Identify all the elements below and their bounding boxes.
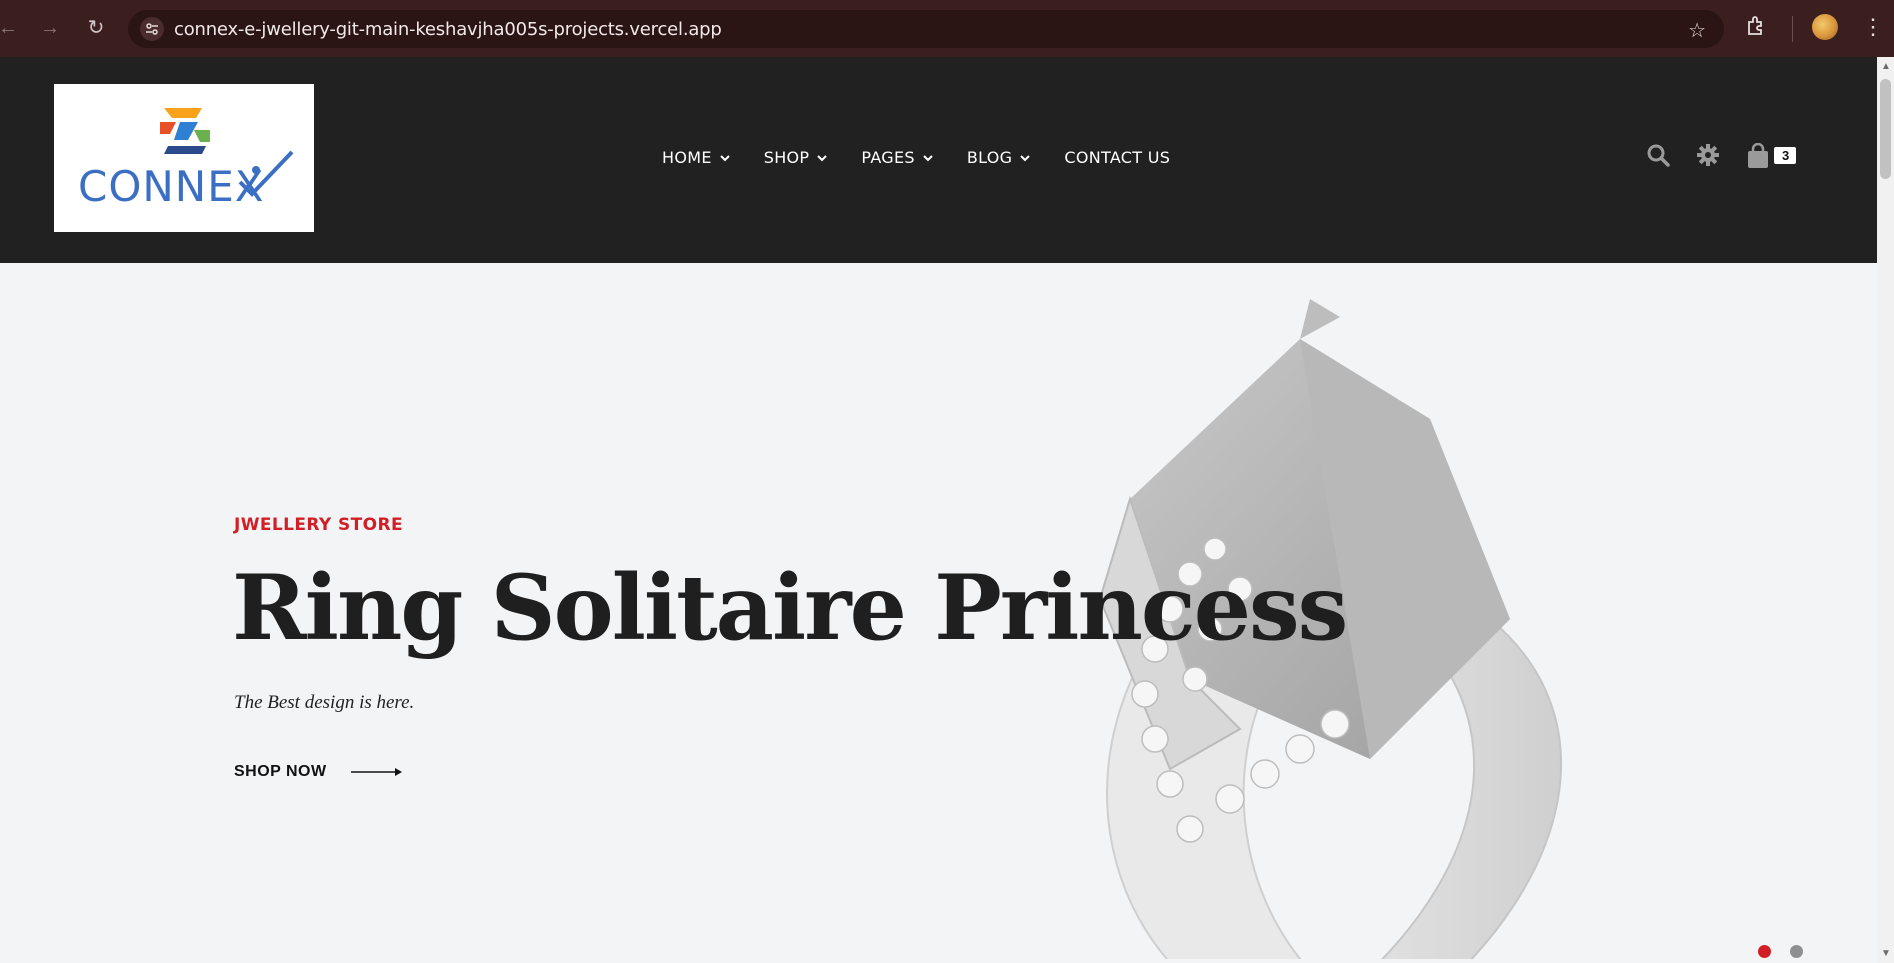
- logo-mark-icon: [160, 108, 210, 154]
- shopping-bag-icon[interactable]: [1746, 143, 1770, 169]
- nav-contact-label: CONTACT US: [1064, 148, 1171, 167]
- slider-dot-2[interactable]: [1790, 945, 1803, 958]
- hero-eyebrow: JWELLERY STORE: [234, 515, 403, 535]
- arrow-right-icon: [350, 768, 402, 776]
- nav-shop-label: SHOP: [763, 148, 810, 167]
- scroll-thumb[interactable]: [1880, 79, 1891, 179]
- hero-title: Ring Solitaire Princess: [232, 555, 1348, 661]
- browser-toolbar: ← → ↻ connex-e-jwellery-git-main-keshavj…: [0, 0, 1894, 57]
- browser-menu-icon[interactable]: ⋮: [1862, 12, 1884, 42]
- chevron-down-icon: [923, 154, 933, 161]
- url-text[interactable]: connex-e-jwellery-git-main-keshavjha005s…: [174, 19, 722, 40]
- bookmark-star-icon[interactable]: ☆: [1688, 18, 1706, 43]
- chevron-down-icon: [720, 154, 730, 161]
- search-icon[interactable]: [1646, 143, 1670, 167]
- scroll-up-icon[interactable]: ▲: [1881, 61, 1891, 72]
- shop-now-button[interactable]: SHOP NOW: [234, 763, 403, 781]
- nav-home-label: HOME: [662, 148, 712, 167]
- chevron-down-icon: [1020, 154, 1031, 161]
- page-scrollbar[interactable]: ▲ ▼: [1877, 57, 1894, 963]
- shop-now-label: SHOP NOW: [234, 763, 327, 780]
- gear-icon[interactable]: [1696, 143, 1720, 167]
- extensions-icon[interactable]: [1744, 14, 1768, 38]
- back-icon[interactable]: ←: [0, 14, 22, 42]
- profile-avatar[interactable]: [1812, 14, 1838, 40]
- nav-pages[interactable]: PAGES: [861, 148, 933, 167]
- chevron-down-icon: [817, 154, 828, 161]
- site-info-icon[interactable]: [140, 17, 164, 41]
- reload-icon[interactable]: ↻: [82, 14, 110, 42]
- scroll-down-icon[interactable]: ▼: [1881, 948, 1891, 959]
- nav-shop[interactable]: SHOP: [764, 148, 828, 167]
- nav-home[interactable]: HOME: [662, 148, 730, 167]
- cart-count-badge: 3: [1774, 147, 1797, 164]
- site-logo[interactable]: CONNEX: [54, 84, 314, 232]
- slider-dot-1[interactable]: [1758, 945, 1771, 958]
- main-navigation: HOME SHOP PAGES BLOG CONTACT US: [662, 148, 1170, 167]
- hero-slider: JWELLERY STORE Ring Solitaire Princess T…: [0, 263, 1877, 963]
- nav-blog[interactable]: BLOG: [967, 148, 1031, 167]
- hero-subtitle: The Best design is here.: [234, 692, 415, 713]
- toolbar-separator: [1792, 16, 1793, 42]
- address-bar[interactable]: connex-e-jwellery-git-main-keshavjha005s…: [128, 10, 1724, 48]
- forward-icon[interactable]: →: [36, 14, 64, 42]
- site-header: CONNEX HOME SHOP PAGES BLOG CONTACT US 3: [0, 57, 1877, 263]
- logo-swoosh-icon: [238, 150, 294, 197]
- nav-contact-us[interactable]: CONTACT US: [1064, 148, 1170, 167]
- nav-blog-label: BLOG: [966, 148, 1013, 167]
- nav-pages-label: PAGES: [861, 148, 915, 167]
